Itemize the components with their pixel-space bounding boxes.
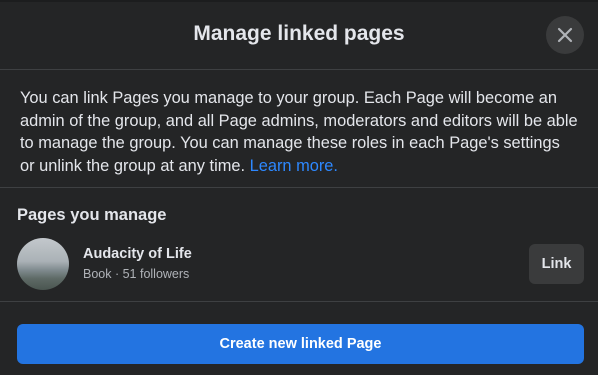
list-item: Audacity of Life Book · 51 followers Lin… [0, 232, 598, 302]
close-button[interactable] [546, 16, 584, 54]
close-icon [557, 27, 573, 43]
intro-section: You can link Pages you manage to your gr… [0, 70, 598, 188]
link-button[interactable]: Link [529, 244, 584, 284]
intro-text: You can link Pages you manage to your gr… [20, 87, 578, 177]
page-meta: Book · 51 followers [83, 267, 190, 281]
learn-more-link[interactable]: Learn more. [250, 157, 338, 175]
avatar [17, 238, 69, 290]
page-name: Audacity of Life [83, 246, 192, 262]
pages-section-title: Pages you manage [17, 206, 167, 224]
create-linked-page-button[interactable]: Create new linked Page [17, 324, 584, 364]
dialog-title: Manage linked pages [193, 22, 405, 45]
dialog-header: Manage linked pages [0, 0, 598, 70]
manage-linked-pages-dialog: Manage linked pages You can link Pages y… [0, 0, 598, 375]
